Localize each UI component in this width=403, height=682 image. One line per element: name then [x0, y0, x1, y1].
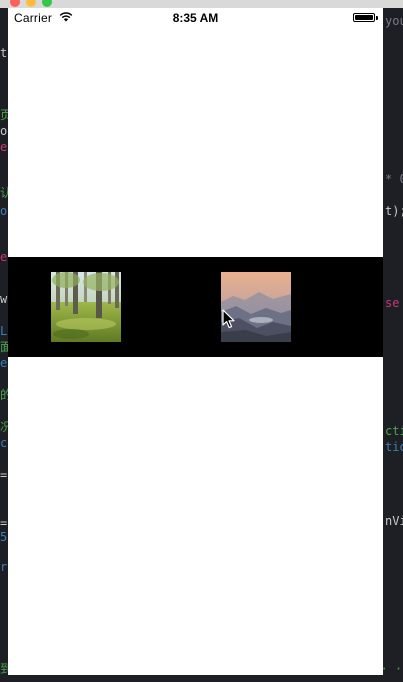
code-fragment: yout — [385, 14, 403, 28]
image-banner[interactable] — [8, 257, 383, 357]
battery-icon — [353, 13, 375, 22]
simulator-screen: Carrier 8:35 AM — [8, 8, 383, 675]
code-fragment: cti — [385, 424, 403, 438]
code-fragment: * 0 — [385, 172, 403, 186]
close-window-icon[interactable] — [10, 0, 20, 7]
code-fragment: w — [0, 292, 8, 306]
code-fragment: e — [0, 356, 8, 370]
clock-time: 8:35 AM — [172, 11, 219, 25]
mountain-sunset-photo[interactable] — [221, 272, 291, 342]
code-fragment: o — [0, 204, 8, 218]
code-fragment: e — [0, 250, 8, 264]
code-fragment: tio — [385, 440, 403, 454]
battery-tip — [376, 16, 378, 20]
code-fragment: = — [0, 468, 8, 482]
code-fragment: = — [0, 516, 8, 530]
status-bar: Carrier 8:35 AM — [8, 8, 383, 28]
code-fragment: se — [385, 296, 400, 310]
zoom-window-icon[interactable] — [42, 0, 52, 7]
code-fragment: t); — [385, 204, 403, 218]
minimize-window-icon[interactable] — [26, 0, 36, 7]
code-fragment: nVi — [385, 514, 403, 528]
forest-photo[interactable] — [51, 272, 121, 342]
simulator-titlebar — [0, 0, 403, 8]
arrow-pointer-icon — [222, 309, 235, 329]
code-fragment: o — [0, 124, 8, 138]
code-fragment: 5 — [0, 530, 8, 544]
battery-level — [355, 15, 373, 20]
